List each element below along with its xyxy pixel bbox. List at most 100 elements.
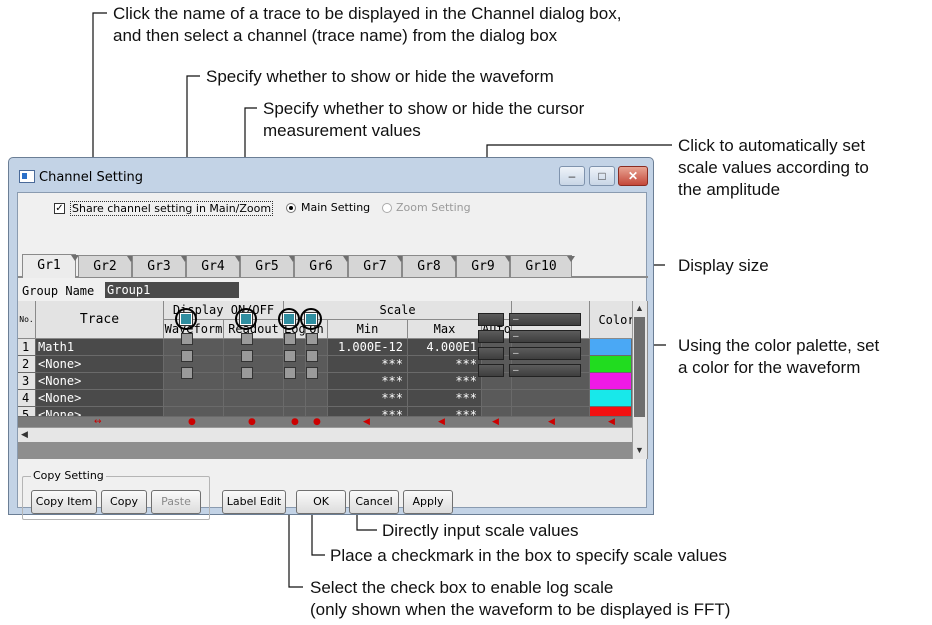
scroll-down-icon[interactable]: ▼ <box>635 445 644 455</box>
scroll-up-icon[interactable]: ▲ <box>635 303 644 313</box>
ok-button[interactable]: OK <box>296 490 346 514</box>
annotation-log-1: Select the check box to enable log scale <box>310 578 614 597</box>
max-header: Max <box>408 320 482 339</box>
marker-icon[interactable]: ◀ <box>438 417 445 427</box>
min-header: Min <box>328 320 408 339</box>
copy-item-button[interactable]: Copy Item <box>31 490 97 514</box>
waveform-toggle[interactable] <box>181 367 193 379</box>
minimize-button[interactable]: – <box>559 166 585 186</box>
tab-gr10[interactable]: Gr10 <box>510 255 575 277</box>
readout-cell <box>224 356 284 373</box>
max-cell[interactable]: 4.000E1 <box>408 339 482 356</box>
readout-toggle[interactable] <box>241 333 253 345</box>
marker-icon[interactable]: ◀ <box>492 417 499 427</box>
auto-scale-button[interactable] <box>478 330 504 343</box>
color-swatch[interactable] <box>590 339 632 356</box>
readout-toggle[interactable] <box>241 350 253 362</box>
display-size-button[interactable]: – <box>509 364 581 377</box>
tab-gr1[interactable]: Gr1 <box>22 254 79 278</box>
app-icon <box>19 170 35 183</box>
max-cell[interactable]: *** <box>408 390 482 407</box>
trace-cell[interactable]: Math1 <box>36 339 164 356</box>
label-edit-button[interactable]: Label Edit <box>222 490 286 514</box>
min-cell[interactable]: *** <box>328 373 408 390</box>
min-cell[interactable]: 1.000E-12 <box>328 339 408 356</box>
close-button[interactable]: ✕ <box>618 166 648 186</box>
color-swatch[interactable] <box>590 407 632 417</box>
log-checkbox[interactable] <box>284 350 296 362</box>
log-checkbox[interactable] <box>284 367 296 379</box>
waveform-toggle[interactable] <box>181 333 193 345</box>
marker-icon[interactable]: ◀ <box>608 417 615 427</box>
display-size-button[interactable]: – <box>509 313 581 326</box>
paste-button[interactable]: Paste <box>151 490 201 514</box>
tab-gr2[interactable]: Gr2 <box>78 255 135 277</box>
main-setting-label[interactable]: Main Setting <box>301 201 370 214</box>
marker-row <box>18 417 632 427</box>
apply-button[interactable]: Apply <box>403 490 453 514</box>
trace-cell[interactable]: <None> <box>36 390 164 407</box>
log-cell <box>284 390 306 407</box>
min-cell[interactable]: *** <box>328 356 408 373</box>
title-bar[interactable]: Channel Setting – □ ✕ <box>9 158 653 192</box>
scale-on-checkbox[interactable] <box>306 333 318 345</box>
annotation-cursor-2: measurement values <box>263 121 421 140</box>
scale-on-checkbox[interactable] <box>306 367 318 379</box>
color-swatch[interactable] <box>590 373 632 390</box>
trace-cell[interactable]: <None> <box>36 356 164 373</box>
color-swatch[interactable] <box>590 390 632 407</box>
max-cell[interactable]: *** <box>408 356 482 373</box>
zoom-setting-radio[interactable] <box>382 203 392 213</box>
marker-icon[interactable]: ◀ <box>548 417 555 427</box>
toggle-marker-icon[interactable]: ● <box>248 417 256 427</box>
display-size-button[interactable]: – <box>509 330 581 343</box>
min-cell[interactable]: *** <box>328 390 408 407</box>
tab-gr6[interactable]: Gr6 <box>294 255 351 277</box>
max-cell[interactable]: *** <box>408 407 482 417</box>
toggle-marker-icon[interactable]: ● <box>313 417 321 427</box>
share-checkbox[interactable]: ✓ <box>54 203 65 214</box>
window-title: Channel Setting <box>39 170 144 185</box>
toggle-marker-icon[interactable]: ● <box>188 417 196 427</box>
group-name-label: Group Name <box>22 284 95 298</box>
trace-cell[interactable]: <None> <box>36 373 164 390</box>
copy-button[interactable]: Copy <box>101 490 147 514</box>
waveform-cell <box>164 339 224 356</box>
display-size-button[interactable]: – <box>509 347 581 360</box>
log-checkbox[interactable] <box>284 333 296 345</box>
cancel-button[interactable]: Cancel <box>349 490 399 514</box>
row-number: 4 <box>18 390 36 407</box>
main-setting-radio[interactable] <box>286 203 296 213</box>
share-label[interactable]: Share channel setting in Main/Zoom <box>70 201 274 216</box>
zoom-setting-label[interactable]: Zoom Setting <box>396 201 471 214</box>
vertical-scrollbar[interactable]: ▲ ▼ <box>632 301 647 459</box>
readout-toggle[interactable] <box>241 367 253 379</box>
tab-gr4[interactable]: Gr4 <box>186 255 243 277</box>
tab-gr5[interactable]: Gr5 <box>240 255 297 277</box>
annotation-direct-input: Directly input scale values <box>382 521 579 540</box>
max-cell[interactable]: *** <box>408 373 482 390</box>
maximize-button[interactable]: □ <box>589 166 615 186</box>
auto-scale-button[interactable] <box>478 364 504 377</box>
group-name-input[interactable]: Group1 <box>105 282 239 298</box>
scale-on-checkbox[interactable] <box>306 350 318 362</box>
auto-scale-button[interactable] <box>478 347 504 360</box>
trace-cell[interactable]: <None> <box>36 407 164 417</box>
scroll-left-icon[interactable]: ◀ <box>21 429 28 440</box>
waveform-toggle[interactable] <box>181 350 193 362</box>
auto-scale-button[interactable] <box>478 313 504 326</box>
tab-gr8[interactable]: Gr8 <box>402 255 459 277</box>
waveform-cell <box>164 390 224 407</box>
toggle-marker-icon[interactable]: ● <box>291 417 299 427</box>
min-cell[interactable]: *** <box>328 407 408 417</box>
marker-icon[interactable]: ◀ <box>363 417 370 427</box>
highlight-circle <box>235 308 257 330</box>
horizontal-scrollbar[interactable]: ◀ <box>18 427 632 442</box>
tab-gr3[interactable]: Gr3 <box>132 255 189 277</box>
tab-gr7[interactable]: Gr7 <box>348 255 405 277</box>
color-swatch[interactable] <box>590 356 632 373</box>
tab-gr9[interactable]: Gr9 <box>456 255 513 277</box>
annotation-display-size: Display size <box>678 256 769 275</box>
sort-marker-icon[interactable]: ↔ <box>94 417 102 427</box>
scroll-thumb[interactable] <box>634 317 645 417</box>
